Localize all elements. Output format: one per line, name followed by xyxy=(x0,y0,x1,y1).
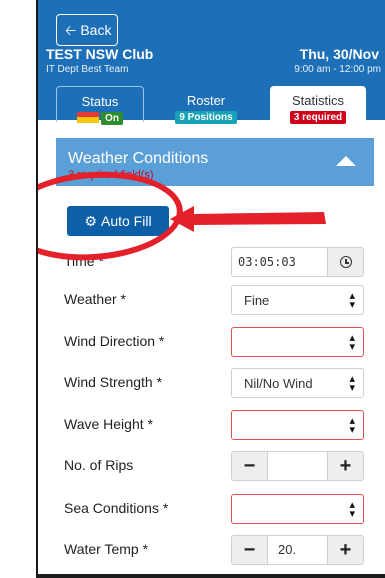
pointer-arrow-annotation xyxy=(170,206,326,232)
wind-direction-label: Wind Direction * xyxy=(64,333,165,349)
arrow-left-icon: 🡠 xyxy=(65,22,77,38)
weather-select[interactable]: Fine ▴ ▾ xyxy=(231,285,364,315)
tab-statistics-label: Statistics xyxy=(291,93,344,108)
wave-height-row: Wave Height * ▴ ▾ xyxy=(64,410,364,440)
water-temp-stepper[interactable]: − 20. + xyxy=(231,535,364,565)
tab-status-label: Status xyxy=(81,94,119,109)
chevron-updown-icon: ▴ ▾ xyxy=(349,290,355,311)
roster-badge: 9 Positions xyxy=(175,111,237,124)
tab-statistics[interactable]: Statistics 3 required xyxy=(270,86,366,124)
wind-direction-select[interactable]: ▴ ▾ xyxy=(231,327,364,357)
water-temp-value[interactable]: 20. xyxy=(268,536,327,564)
rips-decrement-button[interactable]: − xyxy=(232,452,268,480)
page-header: 🡠 Back TEST NSW Club IT Dept Best Team T… xyxy=(38,0,385,125)
water-temp-increment-button[interactable]: + xyxy=(327,536,363,564)
time-value: 03:05:03 xyxy=(238,255,296,269)
club-name: TEST NSW Club xyxy=(46,46,154,62)
wave-height-select[interactable]: ▴ ▾ xyxy=(231,410,364,440)
clock-icon xyxy=(339,256,352,268)
rips-stepper[interactable]: − + xyxy=(231,451,364,481)
wind-direction-row: Wind Direction * ▴ ▾ xyxy=(64,327,364,357)
tab-status[interactable]: Status On xyxy=(56,86,144,125)
time-field[interactable]: 03:05:03 xyxy=(231,247,364,277)
chevron-updown-icon: ▴ ▾ xyxy=(349,415,355,436)
sea-conditions-row: Sea Conditions * ▴ ▾ xyxy=(64,494,364,524)
statistics-badge: 3 required xyxy=(289,111,347,124)
frame-border xyxy=(36,574,385,578)
chevron-updown-icon: ▴ ▾ xyxy=(349,373,355,394)
back-button-label: Back xyxy=(80,22,112,38)
rips-label: No. of Rips xyxy=(64,457,134,473)
time-picker-button[interactable] xyxy=(327,248,363,276)
sea-conditions-select[interactable]: ▴ ▾ xyxy=(231,494,364,524)
weather-label: Weather * xyxy=(64,291,126,307)
wave-height-label: Wave Height * xyxy=(64,416,153,432)
wind-strength-row: Wind Strength * Nil/No Wind ▴ ▾ xyxy=(64,368,364,398)
sea-conditions-label: Sea Conditions * xyxy=(64,500,169,516)
chevron-updown-icon: ▴ ▾ xyxy=(349,332,355,353)
frame-border xyxy=(36,0,38,578)
patrol-flag-icon xyxy=(77,112,100,124)
status-badge: On xyxy=(101,112,123,125)
team-name: IT Dept Best Team xyxy=(46,64,129,75)
back-button[interactable]: 🡠 Back xyxy=(56,14,118,46)
caret-up-icon[interactable] xyxy=(336,156,356,166)
water-temp-row: Water Temp * − 20. + xyxy=(64,535,364,565)
screenshot-frame: 🡠 Back TEST NSW Club IT Dept Best Team T… xyxy=(0,0,385,578)
water-temp-label: Water Temp * xyxy=(64,541,149,557)
weather-value: Fine xyxy=(244,293,270,308)
wind-strength-label: Wind Strength * xyxy=(64,374,163,390)
wind-strength-value: Nil/No Wind xyxy=(244,376,313,391)
weather-row: Weather * Fine ▴ ▾ xyxy=(64,285,364,315)
wind-strength-select[interactable]: Nil/No Wind ▴ ▾ xyxy=(231,368,364,398)
tab-roster[interactable]: Roster 9 Positions xyxy=(156,86,256,124)
event-time-range: 9:00 am - 12:00 pm xyxy=(294,64,381,75)
chevron-updown-icon: ▴ ▾ xyxy=(349,499,355,520)
event-date: Thu, 30/Nov xyxy=(299,46,379,62)
app-screen: 🡠 Back TEST NSW Club IT Dept Best Team T… xyxy=(38,0,385,574)
panel-title: Weather Conditions xyxy=(68,150,209,167)
rips-row: No. of Rips − + xyxy=(64,451,364,481)
rips-value[interactable] xyxy=(268,452,327,480)
rips-increment-button[interactable]: + xyxy=(327,452,363,480)
tab-roster-label: Roster xyxy=(186,93,226,108)
water-temp-decrement-button[interactable]: − xyxy=(232,536,268,564)
